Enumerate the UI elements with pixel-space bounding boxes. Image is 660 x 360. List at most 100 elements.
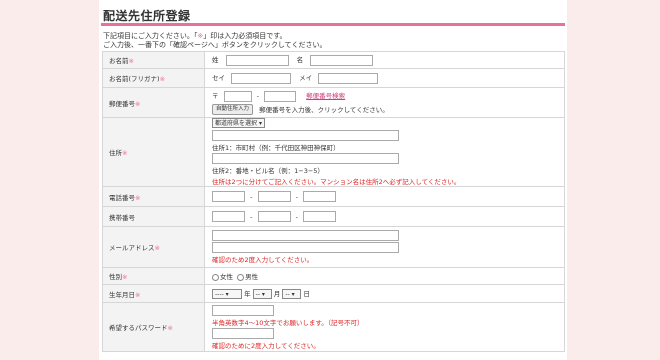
required-mark: ※ <box>159 75 166 83</box>
label-name-text: お名前 <box>109 57 129 65</box>
label-mobile: 携帯番号 <box>102 206 205 227</box>
value-birthday: ---- ▾ 年 -- ▾ 月 -- ▾ 日 <box>204 284 565 303</box>
phone-part2-input[interactable] <box>257 191 291 202</box>
label-mobile-text: 携帯番号 <box>109 213 135 222</box>
row-name: お名前※ 姓 名 <box>102 51 565 69</box>
sei-kana-label: セイ <box>212 74 225 83</box>
prefecture-select[interactable]: 都道府県を選択 ▾ <box>212 118 265 128</box>
row-email: メールアドレス※ 確認のため2度入力してください。 <box>102 226 565 268</box>
label-birthday-text: 生年月日 <box>109 290 135 299</box>
birth-day-value: -- <box>285 291 290 298</box>
mobile-part1-input[interactable] <box>212 211 245 222</box>
label-zip-text: 郵便番号 <box>109 99 135 108</box>
postal-mark: 〒 <box>212 92 219 100</box>
email-input[interactable] <box>212 230 399 241</box>
gender-female-radio[interactable] <box>212 273 219 281</box>
gender-male-radio[interactable] <box>237 273 245 281</box>
value-zip: 〒 - 郵便番号検索 自動住所入力 郵便番号を入力後、クリックしてください。 <box>204 87 565 118</box>
row-birthday: 生年月日※ ---- ▾ 年 -- ▾ 月 -- ▾ 日 <box>102 284 565 303</box>
intro-text-a: 下記項目にご入力ください。「 <box>103 32 198 40</box>
required-mark: ※ <box>135 193 141 202</box>
zip-second-input[interactable] <box>264 90 297 102</box>
label-gender: 性別※ <box>102 267 205 285</box>
mobile-dash: - <box>250 212 253 221</box>
label-phone-text: 電話番号 <box>109 193 135 202</box>
email-confirm-input[interactable] <box>212 242 399 253</box>
row-gender: 性別※ 女性 男性 <box>102 267 565 285</box>
row-phone: 電話番号※ - - <box>102 186 565 207</box>
registration-form-table: お名前※ 姓 名 お名前(フリガナ)※ セイ メイ 郵便番号※ 〒 - 郵便番号… <box>102 51 565 352</box>
label-email: メールアドレス※ <box>102 226 205 268</box>
gender-female-label: 女性 <box>220 273 233 281</box>
mobile-dash: - <box>295 212 298 221</box>
label-zip: 郵便番号※ <box>102 87 205 118</box>
label-birthday: 生年月日※ <box>102 284 205 303</box>
row-kana: お名前(フリガナ)※ セイ メイ <box>102 68 565 88</box>
year-unit: 年 <box>244 290 251 298</box>
address2-input[interactable] <box>212 153 399 164</box>
auto-address-button[interactable]: 自動住所入力 <box>212 104 254 115</box>
label-password-text: 希望するパスワード <box>109 324 168 332</box>
value-gender: 女性 男性 <box>204 267 565 285</box>
gender-male-label: 男性 <box>245 273 259 281</box>
last-name-input[interactable] <box>225 54 289 66</box>
chevron-down-icon: ▾ <box>258 120 262 127</box>
first-name-kana-input[interactable] <box>318 72 379 84</box>
address-warning: 住所は2つに分けてご記入ください。マンション名は住所2へ必ず記入してください。 <box>212 178 461 186</box>
zip-hint: 郵便番号を入力後、クリックしてください。 <box>259 105 389 114</box>
day-unit: 日 <box>303 290 310 298</box>
month-unit: 月 <box>273 290 281 298</box>
last-name-kana-input[interactable] <box>231 72 292 84</box>
phone-dash: - <box>295 192 298 201</box>
required-mark: ※ <box>135 99 141 108</box>
address1-caption: 住所1：市町村（例：千代田区神田神保町） <box>212 144 340 152</box>
required-mark: ※ <box>167 324 173 332</box>
zip-first-input[interactable] <box>223 90 252 102</box>
required-mark: ※ <box>135 290 141 299</box>
password-confirm-input[interactable] <box>212 327 274 339</box>
mei-kana-label: メイ <box>299 74 313 83</box>
required-mark: ※ <box>122 149 128 157</box>
intro-text-b: 」印は入力必須項目です。 <box>203 32 287 40</box>
value-mobile: - - <box>204 206 565 227</box>
first-name-input[interactable] <box>310 54 374 66</box>
label-phone: 電話番号※ <box>102 186 205 207</box>
value-email: 確認のため2度入力してください。 <box>204 226 565 268</box>
row-address: 住所※ 都道府県を選択 ▾ 住所1：市町村（例：千代田区神田神保町） 住所2：番… <box>102 117 565 187</box>
label-gender-text: 性別 <box>109 273 122 281</box>
mobile-part2-input[interactable] <box>257 211 291 222</box>
address2-caption: 住所2：番地・ビル名（例：1−3−5） <box>212 167 324 175</box>
phone-part3-input[interactable] <box>303 191 337 202</box>
label-address-text: 住所 <box>109 149 122 157</box>
value-kana: セイ メイ <box>204 68 565 88</box>
prefecture-select-value: 都道府県を選択 <box>215 120 258 127</box>
zip-search-link[interactable]: 郵便番号検索 <box>306 92 345 100</box>
intro-line-2: ご入力後、一番下の「確認ページへ」ボタンをクリックしてください。 <box>103 41 327 49</box>
chevron-down-icon: ▾ <box>225 291 229 298</box>
password-confirm-note: 確認のために2度入力してください。 <box>212 341 320 350</box>
label-email-text: メールアドレス <box>109 244 155 252</box>
page-title: 配送先住所登録 <box>103 9 191 23</box>
row-mobile: 携帯番号 - - <box>102 206 565 227</box>
mobile-part3-input[interactable] <box>303 211 337 222</box>
email-confirm-note: 確認のため2度入力してください。 <box>212 256 314 264</box>
required-mark: ※ <box>128 57 134 65</box>
label-password: 希望するパスワード※ <box>102 302 205 352</box>
birth-month-select[interactable]: -- ▾ <box>252 289 272 299</box>
address1-input[interactable] <box>212 130 399 141</box>
birth-day-select[interactable]: -- ▾ <box>282 289 302 299</box>
value-name: 姓 名 <box>204 51 565 69</box>
password-input[interactable] <box>212 304 274 316</box>
birth-year-value: ---- <box>215 291 224 298</box>
row-zip: 郵便番号※ 〒 - 郵便番号検索 自動住所入力 郵便番号を入力後、クリックしてく… <box>102 87 565 118</box>
value-address: 都道府県を選択 ▾ 住所1：市町村（例：千代田区神田神保町） 住所2：番地・ビル… <box>204 117 565 187</box>
zip-dash: - <box>256 92 260 100</box>
chevron-down-icon: ▾ <box>291 291 295 298</box>
form-page: 配送先住所登録 下記項目にご入力ください。「 ※ 」印は入力必須項目です。 ご入力後… <box>99 0 567 360</box>
label-kana-text: お名前(フリガナ) <box>109 75 160 83</box>
phone-part1-input[interactable] <box>212 191 245 202</box>
mei-label: 名 <box>296 56 304 65</box>
value-phone: - - <box>204 186 565 207</box>
birth-year-select[interactable]: ---- ▾ <box>212 289 242 299</box>
chevron-down-icon: ▾ <box>261 291 265 298</box>
